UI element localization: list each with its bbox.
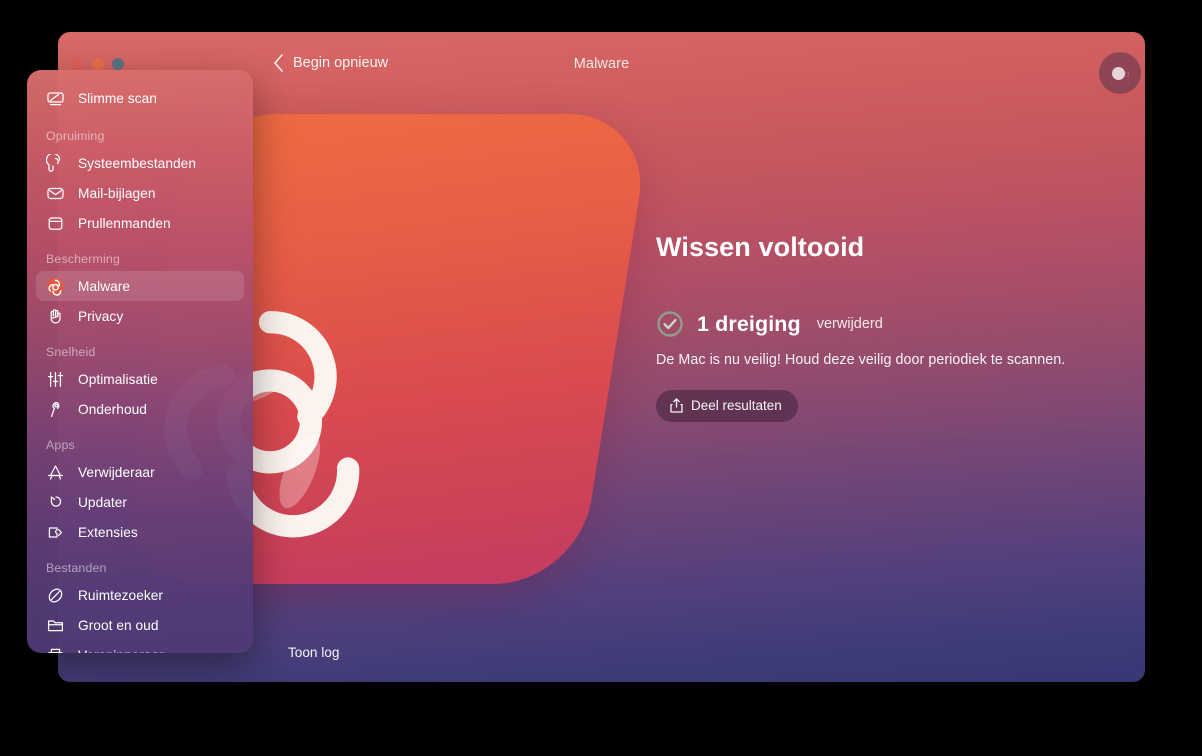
sidebar-item-smart-scan[interactable]: Slimme scan — [36, 83, 244, 113]
uninstaller-icon — [46, 463, 65, 482]
result-title: Wissen voltooid — [656, 232, 865, 262]
smart-scan-icon — [46, 89, 65, 108]
sidebar-section-speed: Snelheid — [46, 345, 96, 359]
sidebar-item-updater[interactable]: Updater — [36, 487, 244, 517]
extensions-puzzle-icon — [46, 523, 65, 542]
sidebar-item-label: Ruimtezoeker — [78, 587, 164, 603]
mail-attachments-icon — [46, 184, 65, 203]
sidebar-item-large-old-files[interactable]: Groot en oud — [36, 610, 244, 640]
sidebar-item-uninstaller[interactable]: Verwijderaar — [36, 457, 244, 487]
share-results-button[interactable]: Deel resultaten — [656, 390, 798, 422]
sidebar-item-label: Versnipperaar — [78, 648, 164, 654]
sidebar-section-files: Bestanden — [46, 561, 107, 575]
sidebar-item-maintenance[interactable]: Onderhoud — [36, 394, 244, 424]
sidebar-section-protection: Bescherming — [46, 252, 120, 266]
sidebar-item-label: Verwijderaar — [78, 464, 155, 480]
sidebar-item-label: Slimme scan — [78, 90, 157, 106]
trash-bins-icon — [46, 214, 65, 233]
share-upload-icon — [670, 398, 683, 413]
sidebar-item-label: Optimalisatie — [78, 371, 158, 387]
sliders-icon — [46, 370, 65, 389]
folder-icon — [46, 616, 65, 635]
result-description: De Mac is nu veilig! Houd deze veilig do… — [656, 352, 1066, 368]
avatar-dot — [1112, 66, 1125, 80]
avatar-detail: ∷ — [1124, 72, 1130, 79]
sidebar-item-label: Mail-bijlagen — [78, 185, 156, 201]
account-avatar-icon[interactable]: ∷ — [1099, 52, 1141, 94]
wrench-icon — [46, 400, 65, 419]
sidebar-item-label: Groot en oud — [78, 617, 159, 633]
sidebar-item-shredder[interactable]: Versnipperaar — [36, 640, 244, 653]
sidebar-item-system-junk[interactable]: Systeembestanden — [36, 148, 244, 178]
threat-count: 1 dreiging — [697, 311, 801, 336]
updater-refresh-icon — [46, 493, 65, 512]
sidebar-item-label: Privacy — [78, 308, 124, 324]
biohazard-icon — [46, 277, 65, 296]
sidebar-item-label: Updater — [78, 494, 128, 510]
sidebar-item-malware[interactable]: Malware — [36, 271, 244, 301]
sidebar-section-cleanup: Opruiming — [46, 129, 105, 143]
privacy-hand-icon — [46, 307, 65, 326]
sidebar-item-extensions[interactable]: Extensies — [36, 517, 244, 547]
sidebar-item-mail-attachments[interactable]: Mail-bijlagen — [36, 178, 244, 208]
sidebar: Slimme scan Opruiming Systeembestanden M… — [27, 70, 253, 653]
share-results-label: Deel resultaten — [691, 398, 782, 413]
shredder-icon — [46, 646, 65, 653]
sidebar-item-label: Systeembestanden — [78, 155, 196, 171]
sidebar-item-label: Prullenmanden — [78, 215, 171, 231]
sidebar-item-trash-bins[interactable]: Prullenmanden — [36, 208, 244, 238]
show-log-button[interactable]: Toon log — [288, 645, 339, 660]
sidebar-section-apps: Apps — [46, 438, 75, 452]
threat-summary-row: 1 dreiging verwijderd — [656, 310, 1126, 338]
sidebar-item-privacy[interactable]: Privacy — [36, 301, 244, 331]
sidebar-item-optimization[interactable]: Optimalisatie — [36, 364, 244, 394]
threat-status: verwijderd — [816, 316, 883, 332]
sidebar-item-label: Onderhoud — [78, 401, 147, 417]
sidebar-item-space-lens[interactable]: Ruimtezoeker — [36, 580, 244, 610]
sidebar-item-label: Malware — [78, 278, 131, 294]
result-panel: Wissen voltooid 1 dreiging verwijderd De… — [656, 232, 1126, 422]
sidebar-item-label: Extensies — [78, 524, 138, 540]
check-circle-icon — [657, 311, 683, 337]
space-lens-icon — [46, 586, 65, 605]
system-junk-icon — [46, 153, 65, 173]
